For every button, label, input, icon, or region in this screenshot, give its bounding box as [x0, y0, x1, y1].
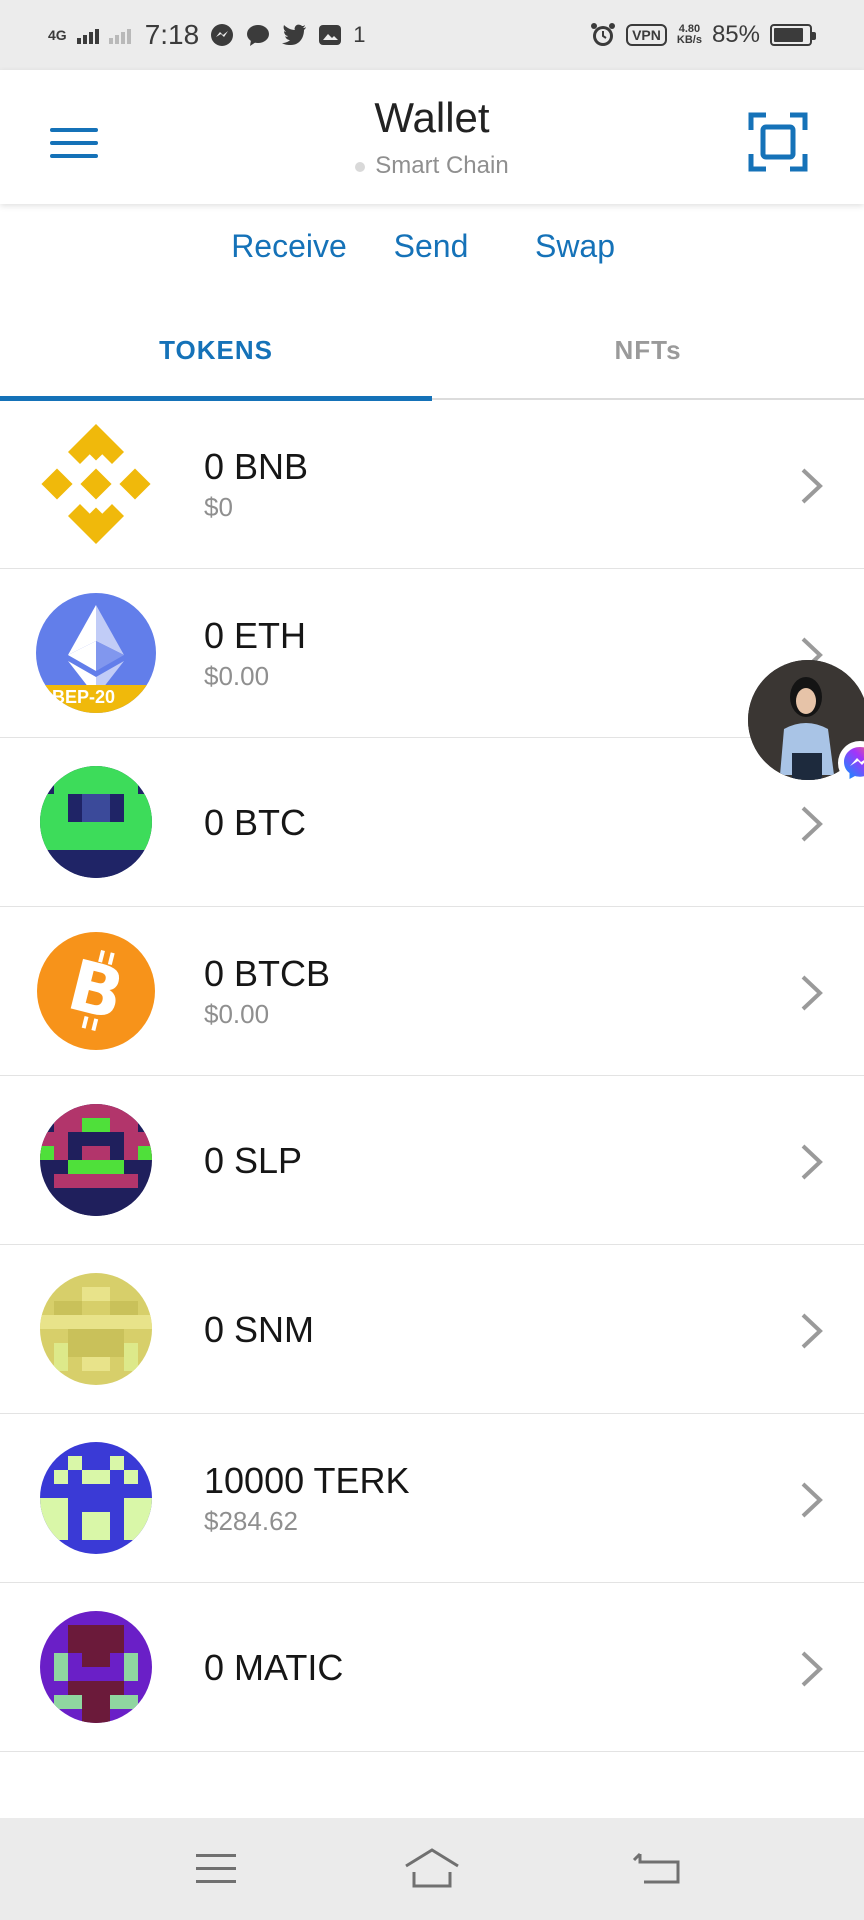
token-row-snm[interactable]: 0 SNM: [0, 1245, 864, 1414]
chevron-right-icon: [801, 1482, 823, 1518]
token-amount: 0 BNB: [204, 446, 309, 487]
tab-nfts[interactable]: NFTs: [432, 300, 864, 400]
swap-button[interactable]: Swap: [505, 228, 645, 265]
signal-strength-icon: [76, 26, 99, 44]
signal-strength-sim2-icon: [108, 26, 131, 44]
network-type: 4G: [48, 27, 67, 43]
token-fiat-value: $0: [204, 492, 233, 522]
chat-notification-icon: [245, 22, 271, 48]
network-speed: 4.80 KB/s: [677, 24, 702, 46]
messenger-icon: [838, 741, 864, 785]
status-time: 7:18: [144, 19, 200, 50]
token-amount: 0 MATIC: [204, 1646, 344, 1688]
chevron-right-icon: [801, 468, 823, 504]
chevron-right-icon: [801, 1651, 823, 1687]
token-info: 0 MATIC: [204, 1583, 343, 1752]
chevron-right-icon: [801, 975, 823, 1011]
token-info: 0 BTC: [204, 738, 306, 907]
token-fiat-value: $0.00: [204, 999, 270, 1029]
token-amount: 0 SLP: [204, 1139, 303, 1181]
token-row-bnb[interactable]: 0 BNB $0: [0, 400, 864, 569]
slp-identicon-icon: [36, 1104, 156, 1216]
vpn-badge: VPN: [626, 24, 667, 46]
asset-tabs: TOKENS NFTs: [0, 300, 864, 401]
messenger-notification-icon: [209, 22, 235, 48]
token-amount: 0 ETH: [204, 615, 307, 656]
network-name: Smart Chain: [375, 152, 509, 179]
nav-home-button[interactable]: [402, 1844, 462, 1894]
token-amount: 0 BTCB: [204, 953, 331, 994]
speed-unit: KB/s: [676, 34, 702, 46]
app-header: Wallet Smart Chain: [0, 70, 864, 204]
matic-identicon-icon: [36, 1611, 156, 1723]
nav-menu-button[interactable]: [186, 1844, 246, 1894]
back-icon: [632, 1852, 680, 1884]
nav-back-button[interactable]: [630, 1844, 690, 1894]
page-title: Wallet: [374, 94, 490, 141]
token-info: 0 BNB $0: [204, 400, 308, 569]
action-buttons: Receive Send Swap: [0, 228, 864, 278]
bep20-badge: BEP-20: [52, 687, 116, 707]
status-left: 4G 7:18 1: [48, 18, 365, 52]
token-row-terk[interactable]: 10000 TERK $284.62: [0, 1414, 864, 1583]
status-right: VPN 4.80 KB/s 85%: [590, 18, 816, 52]
network-status-dot: [355, 161, 366, 172]
status-bar: 4G 7:18 1 VPN 4.80 KB/s 85%: [0, 0, 864, 70]
bitcoin-logo-icon: B: [36, 932, 156, 1050]
eth-logo-icon: BEP-20: [36, 593, 156, 713]
chevron-right-icon: [801, 1313, 823, 1349]
token-amount: 0 SNM: [204, 1308, 315, 1350]
notification-count: 1: [353, 22, 366, 47]
token-amount: 10000 TERK: [204, 1460, 410, 1501]
btc-identicon-icon: [36, 766, 156, 878]
receive-button[interactable]: Receive: [219, 228, 359, 265]
system-nav-bar: [0, 1818, 864, 1920]
bnb-logo-icon: [36, 424, 156, 544]
battery-icon: [770, 24, 816, 46]
twitter-notification-icon: [281, 22, 307, 48]
home-icon: [405, 1848, 459, 1888]
token-info: 10000 TERK $284.62: [204, 1414, 409, 1583]
menu-icon: [196, 1854, 236, 1883]
scan-icon: [748, 112, 808, 172]
photo-notification-icon: [317, 22, 343, 48]
token-fiat-value: $284.62: [204, 1506, 298, 1536]
token-info: 0 ETH $0.00: [204, 569, 306, 738]
battery-percent: 85%: [711, 21, 760, 48]
tab-tokens[interactable]: TOKENS: [0, 300, 432, 400]
token-row-btc[interactable]: 0 BTC: [0, 738, 864, 907]
send-button[interactable]: Send: [361, 228, 501, 265]
token-row-matic[interactable]: 0 MATIC: [0, 1583, 864, 1752]
token-info: 0 SNM: [204, 1245, 314, 1414]
chevron-right-icon: [801, 1144, 823, 1180]
chevron-right-icon: [801, 806, 823, 842]
token-list: 0 BNB $0 BEP-20 0 ETH $0.00 0 BTC B 0 BT…: [0, 400, 864, 1752]
token-row-slp[interactable]: 0 SLP: [0, 1076, 864, 1245]
alarm-icon: [590, 22, 616, 48]
network-selector[interactable]: Smart Chain: [0, 152, 864, 180]
scan-qr-button[interactable]: [748, 112, 808, 172]
terk-identicon-icon: [36, 1442, 156, 1554]
token-row-btcb[interactable]: B 0 BTCB $0.00: [0, 907, 864, 1076]
token-row-eth[interactable]: BEP-20 0 ETH $0.00: [0, 569, 864, 738]
messenger-chat-head[interactable]: [748, 655, 864, 785]
token-info: 0 BTCB $0.00: [204, 907, 330, 1076]
token-fiat-value: $0.00: [204, 661, 270, 691]
token-info: 0 SLP: [204, 1076, 302, 1245]
snm-identicon-icon: [36, 1273, 156, 1385]
token-amount: 0 BTC: [204, 801, 307, 843]
